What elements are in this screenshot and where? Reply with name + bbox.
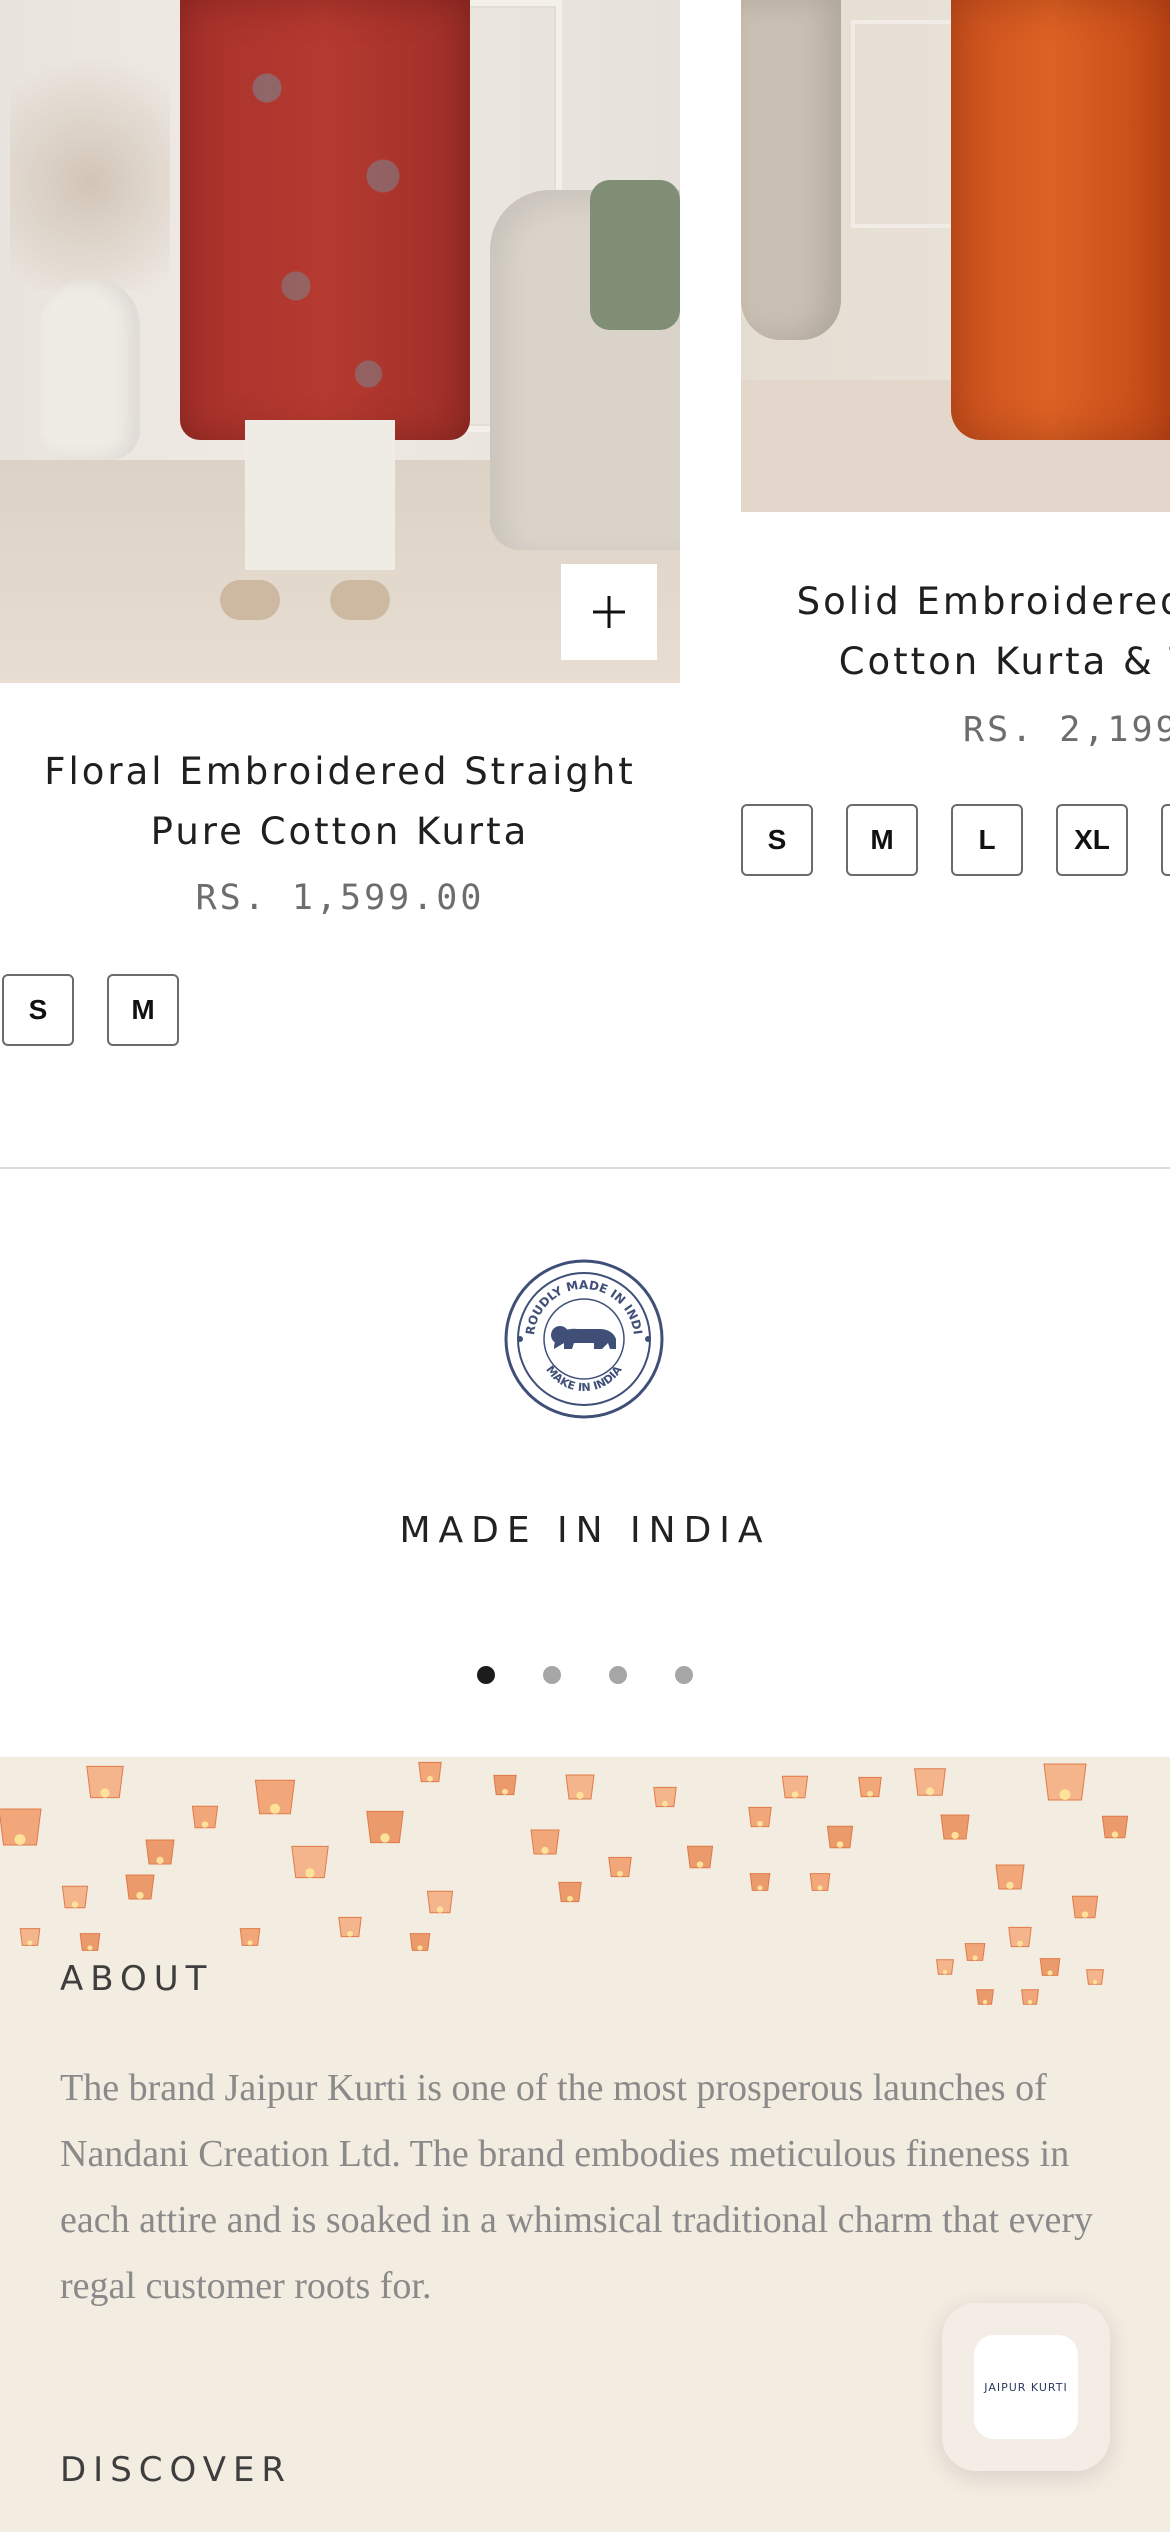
product-card-2[interactable]: Solid Embroidered St Cotton Kurta & Trou… [741, 0, 1170, 900]
lantern-icon [366, 1810, 404, 1844]
section-divider [0, 1167, 1170, 1169]
lantern-icon [493, 1774, 517, 1796]
size-option-more[interactable] [1161, 804, 1170, 876]
size-option-m[interactable]: M [846, 804, 918, 876]
lantern-icon [826, 1825, 854, 1849]
product-title-2-line1: Solid Embroidered St [796, 580, 1170, 623]
lantern-icon [914, 1768, 946, 1796]
lantern-icon [608, 1856, 632, 1878]
carousel-dots [0, 1666, 1170, 1684]
carousel-dot-2[interactable] [543, 1666, 561, 1684]
lantern-icon [653, 1786, 677, 1808]
lantern-icon [61, 1885, 89, 1909]
image-kurta-set [951, 0, 1170, 440]
lantern-icon [749, 1873, 771, 1891]
lantern-icon [530, 1829, 560, 1855]
lantern-icon [565, 1774, 595, 1800]
lantern-icon [936, 1959, 954, 1975]
size-options-2: S M L XL [741, 804, 1170, 876]
made-in-india-badge: PROUDLY MADE IN INDIA MAKE IN INDIA [502, 1257, 664, 1419]
lantern-icon [125, 1874, 155, 1900]
size-option-xl[interactable]: XL [1056, 804, 1128, 876]
jaipur-kurti-logo: JAIPUR KURTI [974, 2335, 1078, 2439]
lantern-icon [145, 1839, 175, 1865]
plus-icon [593, 596, 625, 628]
image-shoe-right [330, 580, 390, 620]
lantern-icon [0, 1808, 42, 1846]
lantern-icon [964, 1943, 986, 1961]
lantern-icon [1101, 1815, 1129, 1839]
lantern-icon [418, 1761, 442, 1783]
about-heading: ABOUT [60, 1959, 214, 1999]
size-option-s[interactable]: S [2, 974, 74, 1046]
lantern-icon [1021, 1989, 1039, 2005]
lantern-icon [254, 1779, 296, 1815]
lantern-icon [1071, 1895, 1099, 1919]
about-text: The brand Jaipur Kurti is one of the mos… [60, 2067, 1093, 2307]
lantern-icon [191, 1805, 219, 1829]
lantern-icon [781, 1775, 809, 1799]
image-kurta [180, 0, 470, 440]
lantern-icon [558, 1881, 582, 1903]
lantern-icon [940, 1814, 970, 1840]
product-price-2: RS. 2,199.0 [963, 710, 1170, 750]
product-image-1[interactable] [0, 0, 680, 683]
lantern-icon [809, 1873, 831, 1891]
lantern-icon [291, 1845, 329, 1879]
carousel-dot-1[interactable] [477, 1666, 495, 1684]
lantern-icon [426, 1890, 454, 1914]
lantern-icon [338, 1916, 362, 1938]
lantern-icon [239, 1928, 261, 1946]
size-option-s[interactable]: S [741, 804, 813, 876]
image-vase [40, 280, 140, 460]
lantern-icon [1086, 1969, 1104, 1985]
size-option-m[interactable]: M [107, 974, 179, 1046]
lantern-icon [995, 1864, 1025, 1890]
size-option-l[interactable]: L [951, 804, 1023, 876]
product-title-1[interactable]: Floral Embroidered Straight Pure Cotton … [0, 742, 680, 862]
image-shoe-left [220, 580, 280, 620]
made-in-india-title: MADE IN INDIA [399, 1510, 771, 1551]
lantern-icon [686, 1845, 714, 1869]
lantern-icon [19, 1928, 41, 1946]
lantern-icon [858, 1776, 882, 1798]
size-options-1: S M [2, 974, 212, 1046]
quick-add-button[interactable] [561, 564, 657, 660]
lantern-icon [1039, 1958, 1061, 1976]
carousel-dot-4[interactable] [675, 1666, 693, 1684]
image-dried-flowers [10, 20, 170, 290]
product-image-2[interactable] [741, 0, 1170, 512]
product-title-2-line2: Cotton Kurta & Trou [838, 640, 1170, 683]
image-vase [741, 0, 841, 340]
chat-widget-button[interactable]: JAIPUR KURTI [942, 2303, 1110, 2471]
carousel-dot-3[interactable] [609, 1666, 627, 1684]
lantern-icon [1008, 1926, 1032, 1948]
discover-heading[interactable]: DISCOVER [60, 2450, 292, 2490]
lantern-icon [409, 1933, 431, 1951]
lantern-icon [748, 1806, 772, 1828]
product-title-2[interactable]: Solid Embroidered St Cotton Kurta & Trou [741, 572, 1170, 692]
lantern-icon [976, 1989, 994, 2005]
lantern-icon [86, 1765, 124, 1799]
image-pants [245, 420, 395, 570]
lantern-icon [1043, 1763, 1087, 1801]
lantern-icon [79, 1933, 101, 1951]
product-price-1: RS. 1,599.00 [195, 878, 485, 918]
image-pillow [590, 180, 680, 330]
